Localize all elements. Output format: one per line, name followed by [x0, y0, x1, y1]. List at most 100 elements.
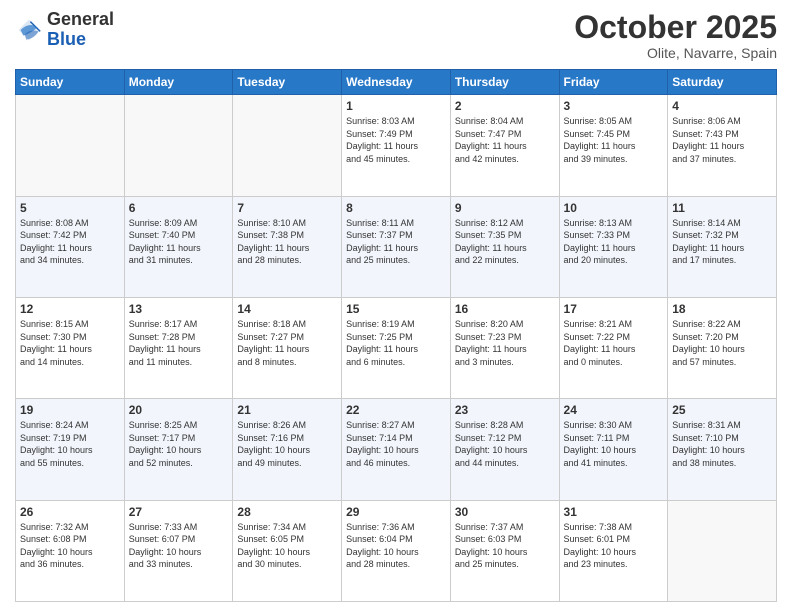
day-info: Sunrise: 8:09 AM Sunset: 7:40 PM Dayligh…	[129, 217, 229, 267]
table-row: 28Sunrise: 7:34 AM Sunset: 6:05 PM Dayli…	[233, 500, 342, 601]
table-row: 3Sunrise: 8:05 AM Sunset: 7:45 PM Daylig…	[559, 95, 668, 196]
logo-general: General	[47, 9, 114, 29]
day-info: Sunrise: 8:19 AM Sunset: 7:25 PM Dayligh…	[346, 318, 446, 368]
day-number: 30	[455, 505, 555, 519]
col-friday: Friday	[559, 70, 668, 95]
day-number: 31	[564, 505, 664, 519]
day-number: 5	[20, 201, 120, 215]
table-row: 21Sunrise: 8:26 AM Sunset: 7:16 PM Dayli…	[233, 399, 342, 500]
logo-blue: Blue	[47, 29, 86, 49]
day-number: 2	[455, 99, 555, 113]
table-row: 6 Sunrise: 8:09 AM Sunset: 7:40 PM Daylig…	[124, 196, 233, 297]
day-number: 8	[346, 201, 446, 215]
col-saturday: Saturday	[668, 70, 777, 95]
day-info: Sunrise: 8:13 AM Sunset: 7:33 PM Dayligh…	[564, 217, 664, 267]
day-info: Sunrise: 8:31 AM Sunset: 7:10 PM Dayligh…	[672, 419, 772, 469]
day-info: Sunrise: 8:14 AM Sunset: 7:32 PM Dayligh…	[672, 217, 772, 267]
table-row: 15 Sunrise: 8:19 AM Sunset: 7:25 PM Dayli…	[342, 297, 451, 398]
day-info: Sunrise: 7:32 AM Sunset: 6:08 PM Dayligh…	[20, 521, 120, 571]
day-info: Sunrise: 8:04 AM Sunset: 7:47 PM Dayligh…	[455, 115, 555, 165]
logo-text: General Blue	[47, 10, 114, 50]
location-subtitle: Olite, Navarre, Spain	[574, 45, 777, 61]
day-number: 22	[346, 403, 446, 417]
table-row: 18Sunrise: 8:22 AM Sunset: 7:20 PM Dayli…	[668, 297, 777, 398]
day-number: 21	[237, 403, 337, 417]
day-number: 29	[346, 505, 446, 519]
day-number: 19	[20, 403, 120, 417]
col-sunday: Sunday	[16, 70, 125, 95]
day-info: Sunrise: 8:18 AM Sunset: 7:27 PM Dayligh…	[237, 318, 337, 368]
day-number: 20	[129, 403, 229, 417]
table-row: 31 Sunrise: 7:38 AM Sunset: 6:01 PM Dayli…	[559, 500, 668, 601]
day-number: 17	[564, 302, 664, 316]
day-info: Sunrise: 7:38 AM Sunset: 6:01 PM Dayligh…	[564, 521, 664, 571]
col-wednesday: Wednesday	[342, 70, 451, 95]
day-info: Sunrise: 8:24 AM Sunset: 7:19 PM Dayligh…	[20, 419, 120, 469]
table-row: 26 Sunrise: 7:32 AM Sunset: 6:08 PM Dayli…	[16, 500, 125, 601]
day-number: 14	[237, 302, 337, 316]
table-row: 25Sunrise: 8:31 AM Sunset: 7:10 PM Dayli…	[668, 399, 777, 500]
calendar-header-row: Sunday Monday Tuesday Wednesday Thursday…	[16, 70, 777, 95]
day-number: 4	[672, 99, 772, 113]
table-row: 12 Sunrise: 8:15 AM Sunset: 7:30 PM Dayli…	[16, 297, 125, 398]
table-row: 17Sunrise: 8:21 AM Sunset: 7:22 PM Dayli…	[559, 297, 668, 398]
table-row	[668, 500, 777, 601]
day-number: 26	[20, 505, 120, 519]
day-number: 6	[129, 201, 229, 215]
table-row: 11 Sunrise: 8:14 AM Sunset: 7:32 PM Dayli…	[668, 196, 777, 297]
table-row: 27 Sunrise: 7:33 AM Sunset: 6:07 PM Dayli…	[124, 500, 233, 601]
table-row: 24 Sunrise: 8:30 AM Sunset: 7:11 PM Dayli…	[559, 399, 668, 500]
day-info: Sunrise: 8:22 AM Sunset: 7:20 PM Dayligh…	[672, 318, 772, 368]
table-row: 29 Sunrise: 7:36 AM Sunset: 6:04 PM Dayli…	[342, 500, 451, 601]
table-row: 1 Sunrise: 8:03 AM Sunset: 7:49 PM Daylig…	[342, 95, 451, 196]
day-number: 10	[564, 201, 664, 215]
month-title: October 2025	[574, 10, 777, 45]
table-row: 22 Sunrise: 8:27 AM Sunset: 7:14 PM Dayli…	[342, 399, 451, 500]
page: General Blue October 2025 Olite, Navarre…	[0, 0, 792, 612]
logo: General Blue	[15, 10, 114, 50]
table-row: 5 Sunrise: 8:08 AM Sunset: 7:42 PM Daylig…	[16, 196, 125, 297]
day-info: Sunrise: 8:03 AM Sunset: 7:49 PM Dayligh…	[346, 115, 446, 165]
table-row: 2 Sunrise: 8:04 AM Sunset: 7:47 PM Daylig…	[450, 95, 559, 196]
day-info: Sunrise: 7:33 AM Sunset: 6:07 PM Dayligh…	[129, 521, 229, 571]
day-number: 11	[672, 201, 772, 215]
day-number: 15	[346, 302, 446, 316]
day-number: 28	[237, 505, 337, 519]
table-row: 16Sunrise: 8:20 AM Sunset: 7:23 PM Dayli…	[450, 297, 559, 398]
table-row	[233, 95, 342, 196]
table-row: 19 Sunrise: 8:24 AM Sunset: 7:19 PM Dayli…	[16, 399, 125, 500]
day-info: Sunrise: 7:36 AM Sunset: 6:04 PM Dayligh…	[346, 521, 446, 571]
day-info: Sunrise: 8:15 AM Sunset: 7:30 PM Dayligh…	[20, 318, 120, 368]
day-info: Sunrise: 8:28 AM Sunset: 7:12 PM Dayligh…	[455, 419, 555, 469]
title-block: October 2025 Olite, Navarre, Spain	[574, 10, 777, 61]
day-info: Sunrise: 8:30 AM Sunset: 7:11 PM Dayligh…	[564, 419, 664, 469]
col-tuesday: Tuesday	[233, 70, 342, 95]
table-row	[16, 95, 125, 196]
day-number: 24	[564, 403, 664, 417]
day-number: 27	[129, 505, 229, 519]
col-thursday: Thursday	[450, 70, 559, 95]
day-number: 7	[237, 201, 337, 215]
day-number: 1	[346, 99, 446, 113]
header: General Blue October 2025 Olite, Navarre…	[15, 10, 777, 61]
table-row: 14 Sunrise: 8:18 AM Sunset: 7:27 PM Dayli…	[233, 297, 342, 398]
day-number: 16	[455, 302, 555, 316]
table-row: 8 Sunrise: 8:11 AM Sunset: 7:37 PM Daylig…	[342, 196, 451, 297]
table-row: 10 Sunrise: 8:13 AM Sunset: 7:33 PM Dayli…	[559, 196, 668, 297]
table-row: 20 Sunrise: 8:25 AM Sunset: 7:17 PM Dayli…	[124, 399, 233, 500]
day-number: 23	[455, 403, 555, 417]
table-row: 23 Sunrise: 8:28 AM Sunset: 7:12 PM Dayli…	[450, 399, 559, 500]
table-row	[124, 95, 233, 196]
day-info: Sunrise: 8:05 AM Sunset: 7:45 PM Dayligh…	[564, 115, 664, 165]
day-info: Sunrise: 8:11 AM Sunset: 7:37 PM Dayligh…	[346, 217, 446, 267]
day-info: Sunrise: 8:12 AM Sunset: 7:35 PM Dayligh…	[455, 217, 555, 267]
day-number: 12	[20, 302, 120, 316]
day-number: 13	[129, 302, 229, 316]
day-info: Sunrise: 8:08 AM Sunset: 7:42 PM Dayligh…	[20, 217, 120, 267]
logo-icon	[15, 16, 43, 44]
day-info: Sunrise: 8:06 AM Sunset: 7:43 PM Dayligh…	[672, 115, 772, 165]
day-info: Sunrise: 8:25 AM Sunset: 7:17 PM Dayligh…	[129, 419, 229, 469]
day-info: Sunrise: 8:27 AM Sunset: 7:14 PM Dayligh…	[346, 419, 446, 469]
table-row: 7Sunrise: 8:10 AM Sunset: 7:38 PM Daylig…	[233, 196, 342, 297]
table-row: 9Sunrise: 8:12 AM Sunset: 7:35 PM Daylig…	[450, 196, 559, 297]
